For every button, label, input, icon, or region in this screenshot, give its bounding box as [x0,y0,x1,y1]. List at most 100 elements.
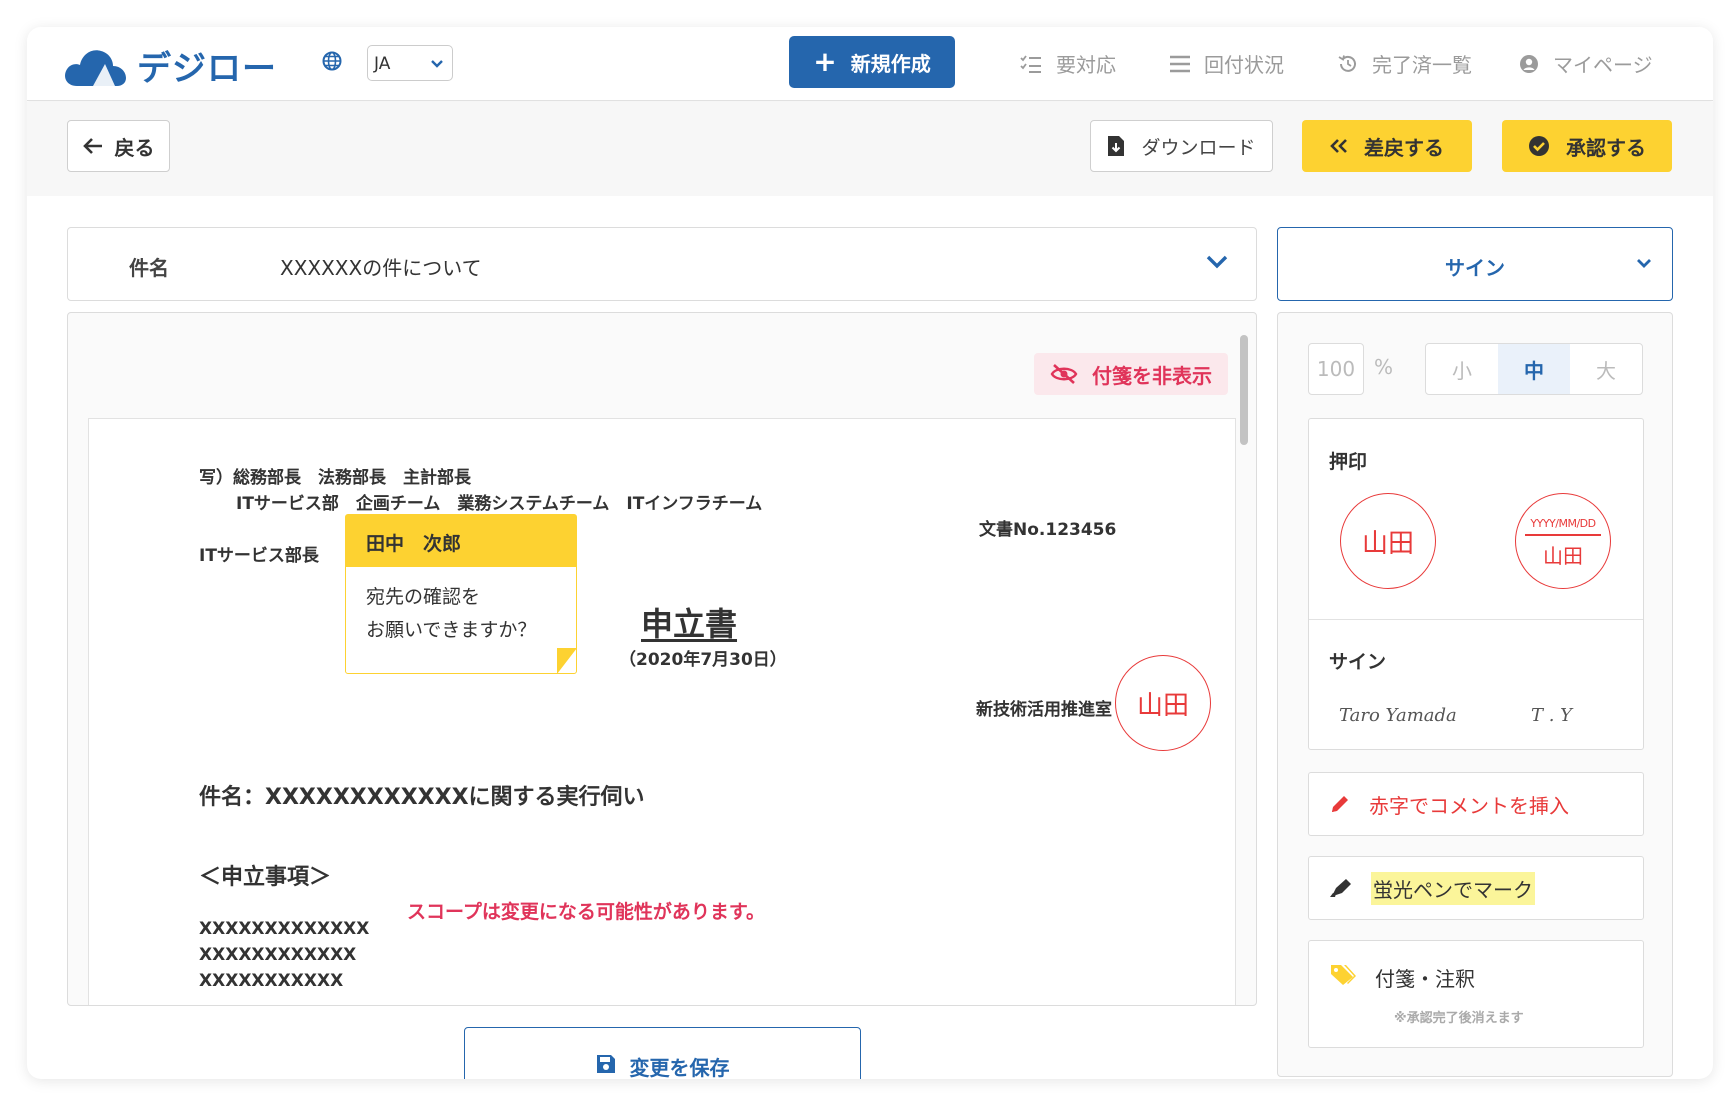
file-download-icon [1108,136,1125,156]
stamp-sign-card: 押印 山田 YYYY/MM/DD 山田 サイン Taro Yamada T . … [1308,418,1644,750]
card-divider [1309,619,1643,620]
stamp-title: 押印 [1329,451,1368,473]
return-label: 差戻する [1364,135,1444,160]
subject-value: XXXXXXの件について [280,256,482,280]
red-comment-tool-label: 赤字でコメントを挿入 [1369,793,1569,818]
stamp-date-name: 山田 [1543,543,1583,568]
stamp-date-divider [1525,534,1601,536]
floppy-disk-icon [596,1055,615,1073]
nav-todo-label: 要対応 [1056,53,1116,77]
language-select[interactable]: JA [367,45,453,81]
sticky-note-fold [557,648,577,674]
action-toolbar: 戻る ダウンロード 差戻する 承認する [27,102,1713,196]
sticky-note-line-1: 宛先の確認を [366,586,481,608]
document-page: 写）総務部長 法務部長 主計部長 ITサービス部 企画チーム 業務システムチーム… [88,418,1236,1005]
sticky-note-body: 宛先の確認を お願いできますか？ [366,581,536,647]
stamp-date-text: YYYY/MM/DD [1530,517,1596,531]
sticky-note-tool[interactable]: 付箋・注釈 ※承認完了後消えます [1308,940,1644,1048]
sign-title: サイン [1329,651,1387,673]
signature-full[interactable]: Taro Yamada [1339,705,1457,726]
plus-icon: + [813,45,837,78]
sticky-note[interactable]: 田中 次郎 宛先の確認を お願いできますか？ [345,514,577,674]
document-subject: 件名：XXXXXXXXXXXXに関する実行伺い [199,785,645,810]
highlighter-tool[interactable]: 蛍光ペンでマーク [1308,856,1644,920]
back-label: 戻る [114,135,155,160]
size-medium[interactable]: 中 [1498,344,1570,394]
logo[interactable]: デジロー [63,41,277,90]
body-line-3: XXXXXXXXXXX [199,971,344,991]
document-title: 申立書 [641,605,738,643]
body-line-2: XXXXXXXXXXXX [199,945,357,965]
zoom-value: 100 [1316,357,1356,381]
history-icon [1338,54,1356,72]
check-circle-icon [1529,136,1549,156]
stamp-date-seal[interactable]: YYYY/MM/DD 山田 [1515,493,1611,589]
save-changes-label: 変更を保存 [629,1056,730,1079]
cloud-logo-icon [65,49,126,86]
highlighter-icon [1330,879,1351,897]
tag-icon [1331,965,1356,985]
sender: 新技術活用推進室 [976,700,1112,720]
placed-seal-text: 山田 [1136,690,1189,721]
approve-button[interactable]: 承認する [1502,120,1672,172]
nav-circulation-label: 回付状況 [1204,53,1284,77]
back-button[interactable]: 戻る [67,120,170,172]
stamp-name-seal[interactable]: 山田 [1340,493,1436,589]
nav-mypage[interactable]: マイページ [1519,49,1653,78]
top-header: デジロー JA + 新規作成 要対応 回付状況 完了済一覧 マイページ [27,27,1713,101]
nav-completed[interactable]: 完了済一覧 [1338,49,1472,78]
eye-slash-icon [1050,364,1078,384]
sign-mode-label: サイン [1445,256,1505,280]
nav-todo[interactable]: 要対応 [1020,49,1116,78]
nav-circulation[interactable]: 回付状況 [1170,49,1284,78]
nav-mypage-label: マイページ [1553,53,1653,77]
size-selector: 小 中 大 [1425,343,1643,395]
subject-accordion[interactable]: 件名 XXXXXXの件について [67,227,1257,301]
download-label: ダウンロード [1141,136,1256,159]
chevron-down-icon [1206,255,1228,269]
red-comment[interactable]: スコープは変更になる可能性があります。 [407,897,765,924]
zoom-input[interactable]: 100 [1308,343,1364,395]
nav-completed-label: 完了済一覧 [1372,53,1472,77]
sticky-note-line-2: お願いできますか？ [366,619,537,641]
download-button[interactable]: ダウンロード [1090,120,1273,172]
signature-initials[interactable]: T . Y [1531,705,1572,726]
red-comment-tool[interactable]: 赤字でコメントを挿入 [1308,772,1644,836]
cc-line-1: 写）総務部長 法務部長 主計部長 [199,468,471,488]
sign-mode-select[interactable]: サイン [1277,227,1673,301]
logo-text: デジロー [137,49,277,89]
chevron-down-icon [1637,259,1651,268]
body-line-1: XXXXXXXXXXXXX [199,919,370,939]
user-circle-icon [1520,54,1538,73]
viewer-scrollbar[interactable] [1240,335,1248,445]
document-number: 文書No.123456 [979,520,1117,540]
placed-seal[interactable]: 山田 [1115,655,1211,751]
recipient: ITサービス部長 [199,546,319,566]
sticky-note-author: 田中 次郎 [346,515,576,567]
double-chevron-left-icon [1330,139,1347,153]
return-button[interactable]: 差戻する [1302,120,1472,172]
sticky-note-tool-hint: ※承認完了後消えます [1394,1011,1524,1026]
size-large[interactable]: 大 [1570,344,1642,394]
cc-line-2: ITサービス部 企画チーム 業務システムチーム ITインフラチーム [236,494,763,514]
subject-label: 件名 [129,256,169,280]
zoom-unit: % [1374,355,1394,379]
app-window: デジロー JA + 新規作成 要対応 回付状況 完了済一覧 マイページ 戻る ダ… [27,27,1713,1079]
new-document-label: 新規作成 [850,51,931,76]
hide-notes-button[interactable]: 付箋を非表示 [1034,353,1228,395]
approve-label: 承認する [1566,135,1646,160]
new-document-button[interactable]: + 新規作成 [789,36,955,88]
globe-icon [322,51,342,71]
stamp-name-text: 山田 [1361,528,1414,559]
signing-panel: 100 % 小 中 大 押印 山田 YYYY/MM/DD 山田 サイン Taro… [1277,312,1673,1077]
hide-notes-label: 付箋を非表示 [1092,363,1212,388]
sticky-note-tool-label: 付箋・注釈 [1375,967,1475,991]
arrow-left-icon [82,138,102,154]
section-heading: ＜申立事項＞ [199,865,332,890]
language-value: JA [374,54,391,74]
pencil-icon [1332,796,1348,812]
document-viewer[interactable]: 付箋を非表示 写）総務部長 法務部長 主計部長 ITサービス部 企画チーム 業務… [67,312,1257,1006]
save-changes-button[interactable]: 変更を保存 [464,1027,861,1079]
size-small[interactable]: 小 [1426,344,1498,394]
document-date: （2020年7月30日） [619,650,787,670]
